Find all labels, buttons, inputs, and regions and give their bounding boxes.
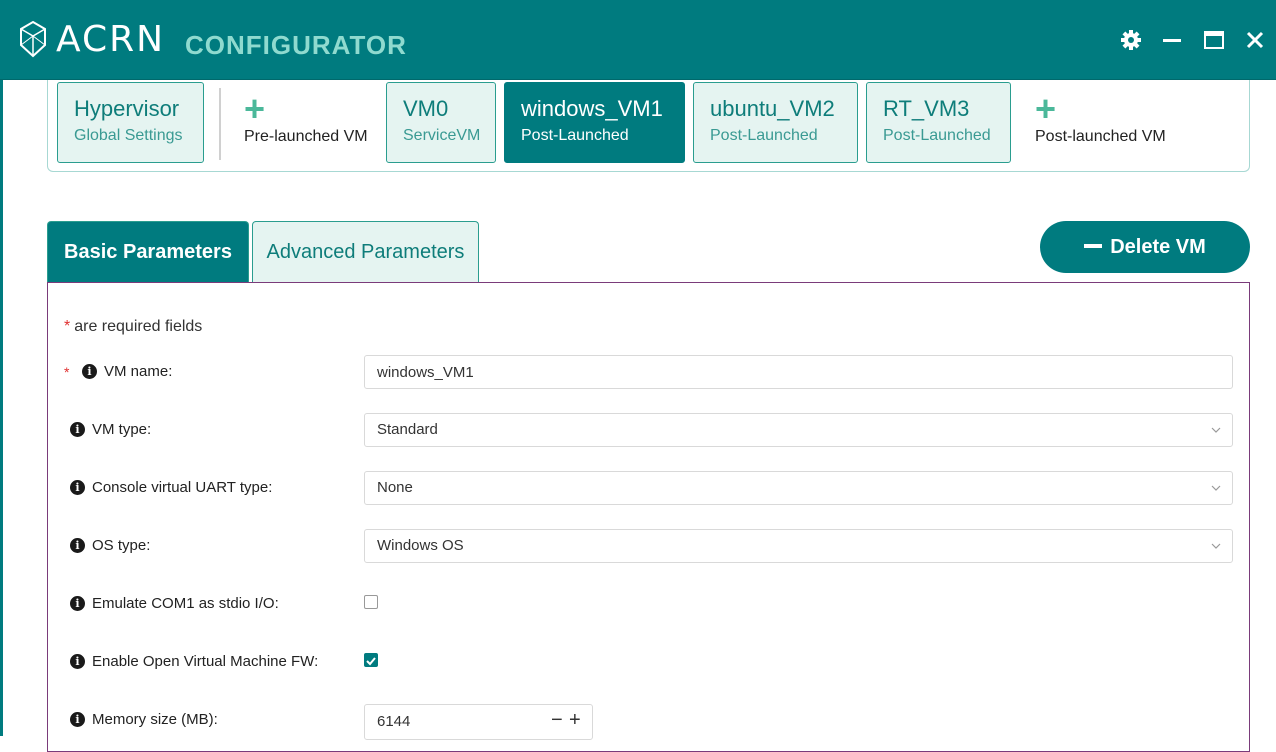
chevron-down-icon	[1211, 543, 1221, 549]
chevron-down-icon	[1211, 427, 1221, 433]
console-uart-value: None	[377, 479, 413, 496]
memory-size-label: i Memory size (MB):	[70, 711, 218, 728]
required-fields-note: * are required fields	[64, 318, 202, 336]
vm-card-subtitle: Post-Launched	[883, 127, 991, 144]
app-brand-subtitle: CONFIGURATOR	[185, 30, 407, 60]
add-pre-launched-vm-label: Pre-launched VM	[244, 128, 368, 145]
vm-type-label: i VM type:	[70, 421, 151, 438]
vm-type-value: Standard	[377, 421, 438, 438]
info-icon[interactable]: i	[82, 364, 97, 379]
acrn-logo-icon	[20, 20, 46, 58]
parameters-panel	[47, 282, 1250, 752]
ovmf-label: i Enable Open Virtual Machine FW:	[70, 653, 318, 670]
vm-card-subtitle: Post-Launched	[521, 127, 629, 144]
minus-icon	[1084, 243, 1103, 248]
hypervisor-card[interactable]: Hypervisor Global Settings	[57, 82, 204, 163]
add-post-launched-vm-label: Post-launched VM	[1035, 128, 1166, 145]
add-pre-launched-vm-button[interactable]: + Pre-launched VM	[244, 88, 368, 146]
vm-card-title: ubuntu_VM2	[710, 96, 835, 121]
info-icon[interactable]: i	[70, 480, 85, 495]
app-brand: ACRN	[56, 19, 166, 60]
vm-card-subtitle: ServiceVM	[403, 127, 481, 144]
minimize-icon[interactable]	[1160, 28, 1184, 52]
maximize-icon[interactable]	[1202, 28, 1226, 52]
vm-type-select[interactable]: Standard	[364, 413, 1233, 447]
plus-icon: +	[244, 88, 266, 129]
info-icon[interactable]: i	[70, 596, 85, 611]
vm-strip-divider	[219, 88, 221, 160]
increment-icon[interactable]: +	[569, 709, 581, 732]
vm-name-label-text: VM name:	[104, 363, 173, 380]
vm-card-title: windows_VM1	[521, 96, 663, 121]
ovmf-label-text: Enable Open Virtual Machine FW:	[92, 653, 319, 670]
delete-vm-label: Delete VM	[1110, 236, 1206, 258]
os-type-label-text: OS type:	[92, 537, 151, 554]
info-icon[interactable]: i	[70, 538, 85, 553]
info-icon[interactable]: i	[70, 654, 85, 669]
delete-vm-button[interactable]: Delete VM	[1040, 221, 1250, 273]
os-type-label: i OS type:	[70, 537, 150, 554]
plus-icon: +	[1035, 88, 1057, 129]
memory-size-label-text: Memory size (MB):	[92, 711, 218, 728]
hypervisor-subtitle: Global Settings	[74, 127, 183, 144]
console-uart-label-text: Console virtual UART type:	[92, 479, 273, 496]
emulate-com1-label-text: Emulate COM1 as stdio I/O:	[92, 595, 279, 612]
vm-card-subtitle: Post-Launched	[710, 127, 818, 144]
vm-card-title: VM0	[403, 96, 449, 121]
info-icon[interactable]: i	[70, 712, 85, 727]
vm-card-windows-vm1[interactable]: windows_VM1 Post-Launched	[504, 82, 685, 163]
tab-advanced-parameters[interactable]: Advanced Parameters	[252, 221, 479, 283]
decrement-icon[interactable]: −	[551, 709, 563, 732]
vm-name-label: i VM name:	[82, 363, 172, 380]
ovmf-checkbox[interactable]	[364, 653, 378, 667]
vm-card-title: RT_VM3	[883, 96, 970, 121]
required-star: *	[64, 318, 71, 335]
vm-type-label-text: VM type:	[92, 421, 152, 438]
tab-basic-parameters[interactable]: Basic Parameters	[47, 221, 249, 283]
os-type-value: Windows OS	[377, 537, 464, 554]
window-left-edge	[0, 80, 3, 736]
required-star: *	[64, 364, 70, 380]
add-post-launched-vm-button[interactable]: + Post-launched VM	[1035, 88, 1166, 146]
console-uart-select[interactable]: None	[364, 471, 1233, 505]
hypervisor-title: Hypervisor	[74, 96, 180, 121]
memory-size-stepper[interactable]: 6144 − +	[364, 704, 593, 740]
emulate-com1-checkbox[interactable]	[364, 595, 378, 609]
settings-icon[interactable]	[1119, 28, 1143, 52]
vm-card-rt-vm3[interactable]: RT_VM3 Post-Launched	[866, 82, 1011, 163]
vm-name-input[interactable]	[364, 355, 1233, 389]
vm-card-ubuntu-vm2[interactable]: ubuntu_VM2 Post-Launched	[693, 82, 858, 163]
memory-size-value[interactable]: 6144	[377, 713, 410, 730]
title-bar: ACRN CONFIGURATOR	[0, 0, 1276, 80]
chevron-down-icon	[1211, 485, 1221, 491]
close-icon[interactable]	[1243, 28, 1267, 52]
os-type-select[interactable]: Windows OS	[364, 529, 1233, 563]
emulate-com1-label: i Emulate COM1 as stdio I/O:	[70, 595, 279, 612]
info-icon[interactable]: i	[70, 422, 85, 437]
console-uart-label: i Console virtual UART type:	[70, 479, 272, 496]
vm-card-vm0[interactable]: VM0 ServiceVM	[386, 82, 496, 163]
required-note-text: are required fields	[74, 318, 203, 335]
checkmark-icon	[366, 657, 376, 666]
